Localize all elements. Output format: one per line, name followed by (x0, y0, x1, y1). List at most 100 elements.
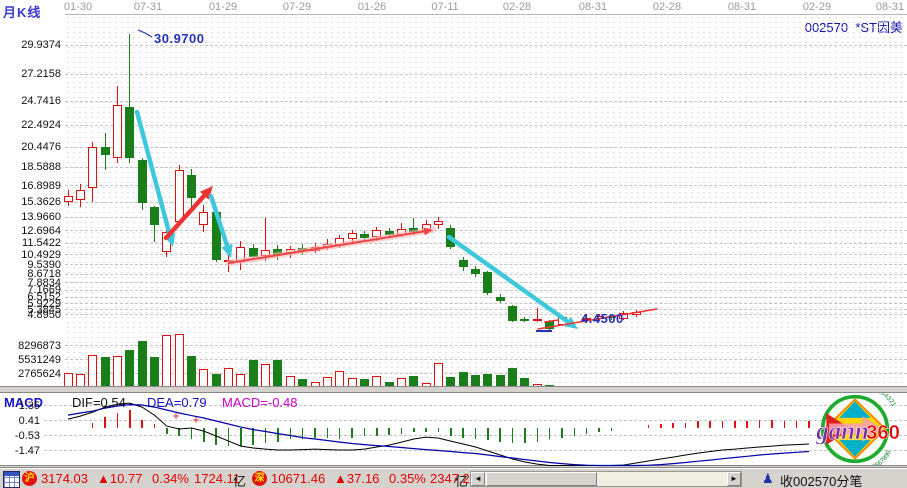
candle-body[interactable] (88, 147, 97, 188)
candle-body[interactable] (446, 228, 455, 247)
candle-body[interactable] (533, 319, 542, 321)
candle-body[interactable] (422, 224, 431, 230)
candle-body[interactable] (224, 260, 233, 262)
volume-bar[interactable] (175, 334, 184, 388)
candle-body[interactable] (298, 248, 307, 251)
candle-body[interactable] (520, 319, 529, 321)
candle-body[interactable] (187, 175, 196, 199)
macd-hist-bar (561, 428, 563, 438)
volume-bar[interactable] (125, 350, 134, 388)
volume-bar[interactable] (138, 341, 147, 387)
candle-body[interactable] (249, 248, 258, 257)
candle-body[interactable] (545, 321, 554, 329)
volume-bar[interactable] (187, 356, 196, 388)
shanghai-index-icon[interactable]: 沪 (22, 471, 37, 486)
volume-bar[interactable] (434, 363, 443, 388)
period-label[interactable]: 月K线 (3, 2, 41, 21)
candle-body[interactable] (138, 160, 147, 203)
candle-body[interactable] (348, 233, 357, 239)
volume-bar[interactable] (224, 368, 233, 388)
candle-body[interactable] (113, 105, 122, 158)
sh-index: 3174.03 (41, 471, 88, 486)
volume-bar[interactable] (508, 368, 517, 388)
candle-wick (228, 243, 229, 272)
sz-change-icon: ▲37.16 (334, 471, 379, 486)
candle-body[interactable] (311, 247, 320, 251)
macd-hist-bar (796, 421, 798, 428)
candle-body[interactable] (508, 306, 517, 321)
horizontal-scrollbar[interactable]: ◄ ► (470, 471, 742, 487)
volume-bar[interactable] (113, 356, 122, 387)
macd-hist-bar (438, 428, 440, 433)
price-gridline (65, 74, 907, 75)
macd-hist-bar (672, 423, 674, 428)
macd-hist-bar (339, 428, 341, 439)
candle-body[interactable] (459, 260, 468, 268)
scroll-left-button[interactable]: ◄ (471, 472, 485, 486)
candle-body[interactable] (409, 228, 418, 232)
candle-body[interactable] (76, 190, 85, 200)
price-axis-label: 22.4924 (0, 120, 61, 130)
macd-hist-bar (117, 413, 119, 428)
candle-body[interactable] (372, 230, 381, 238)
candle-body[interactable] (397, 229, 406, 235)
price-axis-label: 15.3626 (0, 197, 61, 207)
macd-hist-bar (413, 428, 415, 433)
candle-body[interactable] (483, 272, 492, 294)
macd-hist-value: MACD=-0.48 (222, 395, 298, 410)
volume-bar[interactable] (101, 357, 110, 388)
candle-body[interactable] (125, 107, 134, 158)
macd-signal-mark (173, 413, 179, 419)
candle-body[interactable] (199, 212, 208, 225)
price-axis-label: 24.7416 (0, 96, 61, 106)
candle-body[interactable] (150, 207, 159, 225)
candle-body[interactable] (360, 234, 369, 238)
candle-body[interactable] (175, 170, 184, 222)
volume-bar[interactable] (150, 357, 159, 387)
volume-bar[interactable] (273, 360, 282, 388)
macd-hist-bar (537, 428, 539, 442)
volume-bar[interactable] (162, 335, 171, 388)
macd-hist-bar (154, 424, 156, 428)
candle-body[interactable] (286, 249, 295, 253)
macd-gridline (44, 450, 907, 451)
volume-bar[interactable] (88, 355, 97, 387)
candle-body[interactable] (434, 221, 443, 225)
macd-hist-bar (709, 421, 711, 427)
volume-bar[interactable] (261, 364, 270, 388)
price-axis-label: 27.2158 (0, 69, 61, 79)
volume-bar[interactable] (199, 369, 208, 388)
feed-label[interactable]: 收002570分笔 (780, 471, 862, 488)
candle-body[interactable] (261, 250, 270, 255)
candle-body[interactable] (323, 244, 332, 247)
candle-body[interactable] (471, 269, 480, 274)
macd-hist-bar (487, 428, 489, 441)
scroll-right-button[interactable]: ► (727, 472, 741, 486)
candle-body[interactable] (212, 212, 221, 259)
price-gridline (65, 147, 907, 148)
macd-hist-bar (598, 428, 600, 432)
volume-bar[interactable] (249, 360, 258, 388)
candle-body[interactable] (496, 297, 505, 301)
receive-icon[interactable]: ♟ (762, 471, 774, 487)
macd-hist-bar (351, 428, 353, 438)
candle-body[interactable] (273, 249, 282, 254)
table-icon[interactable] (3, 471, 20, 488)
candle-body[interactable] (558, 317, 567, 325)
macd-hist-bar (475, 428, 477, 440)
candle-body[interactable] (385, 231, 394, 235)
candle-body[interactable] (632, 312, 641, 315)
candle-body[interactable] (101, 147, 110, 156)
macd-hist-bar (524, 428, 526, 444)
shenzhen-index-icon[interactable]: 深 (252, 471, 267, 486)
logo-text-gann: gann (815, 418, 869, 445)
candle-body[interactable] (64, 196, 73, 201)
candle-body[interactable] (236, 247, 245, 262)
macd-hist-bar (462, 428, 464, 438)
scrollbar-thumb[interactable] (486, 472, 597, 486)
candle-body[interactable] (162, 232, 171, 252)
volume-gridline (65, 345, 907, 346)
candle-body[interactable] (335, 238, 344, 244)
date-tick-label: 01-30 (64, 1, 92, 13)
date-tick-label: 02-28 (503, 1, 531, 13)
